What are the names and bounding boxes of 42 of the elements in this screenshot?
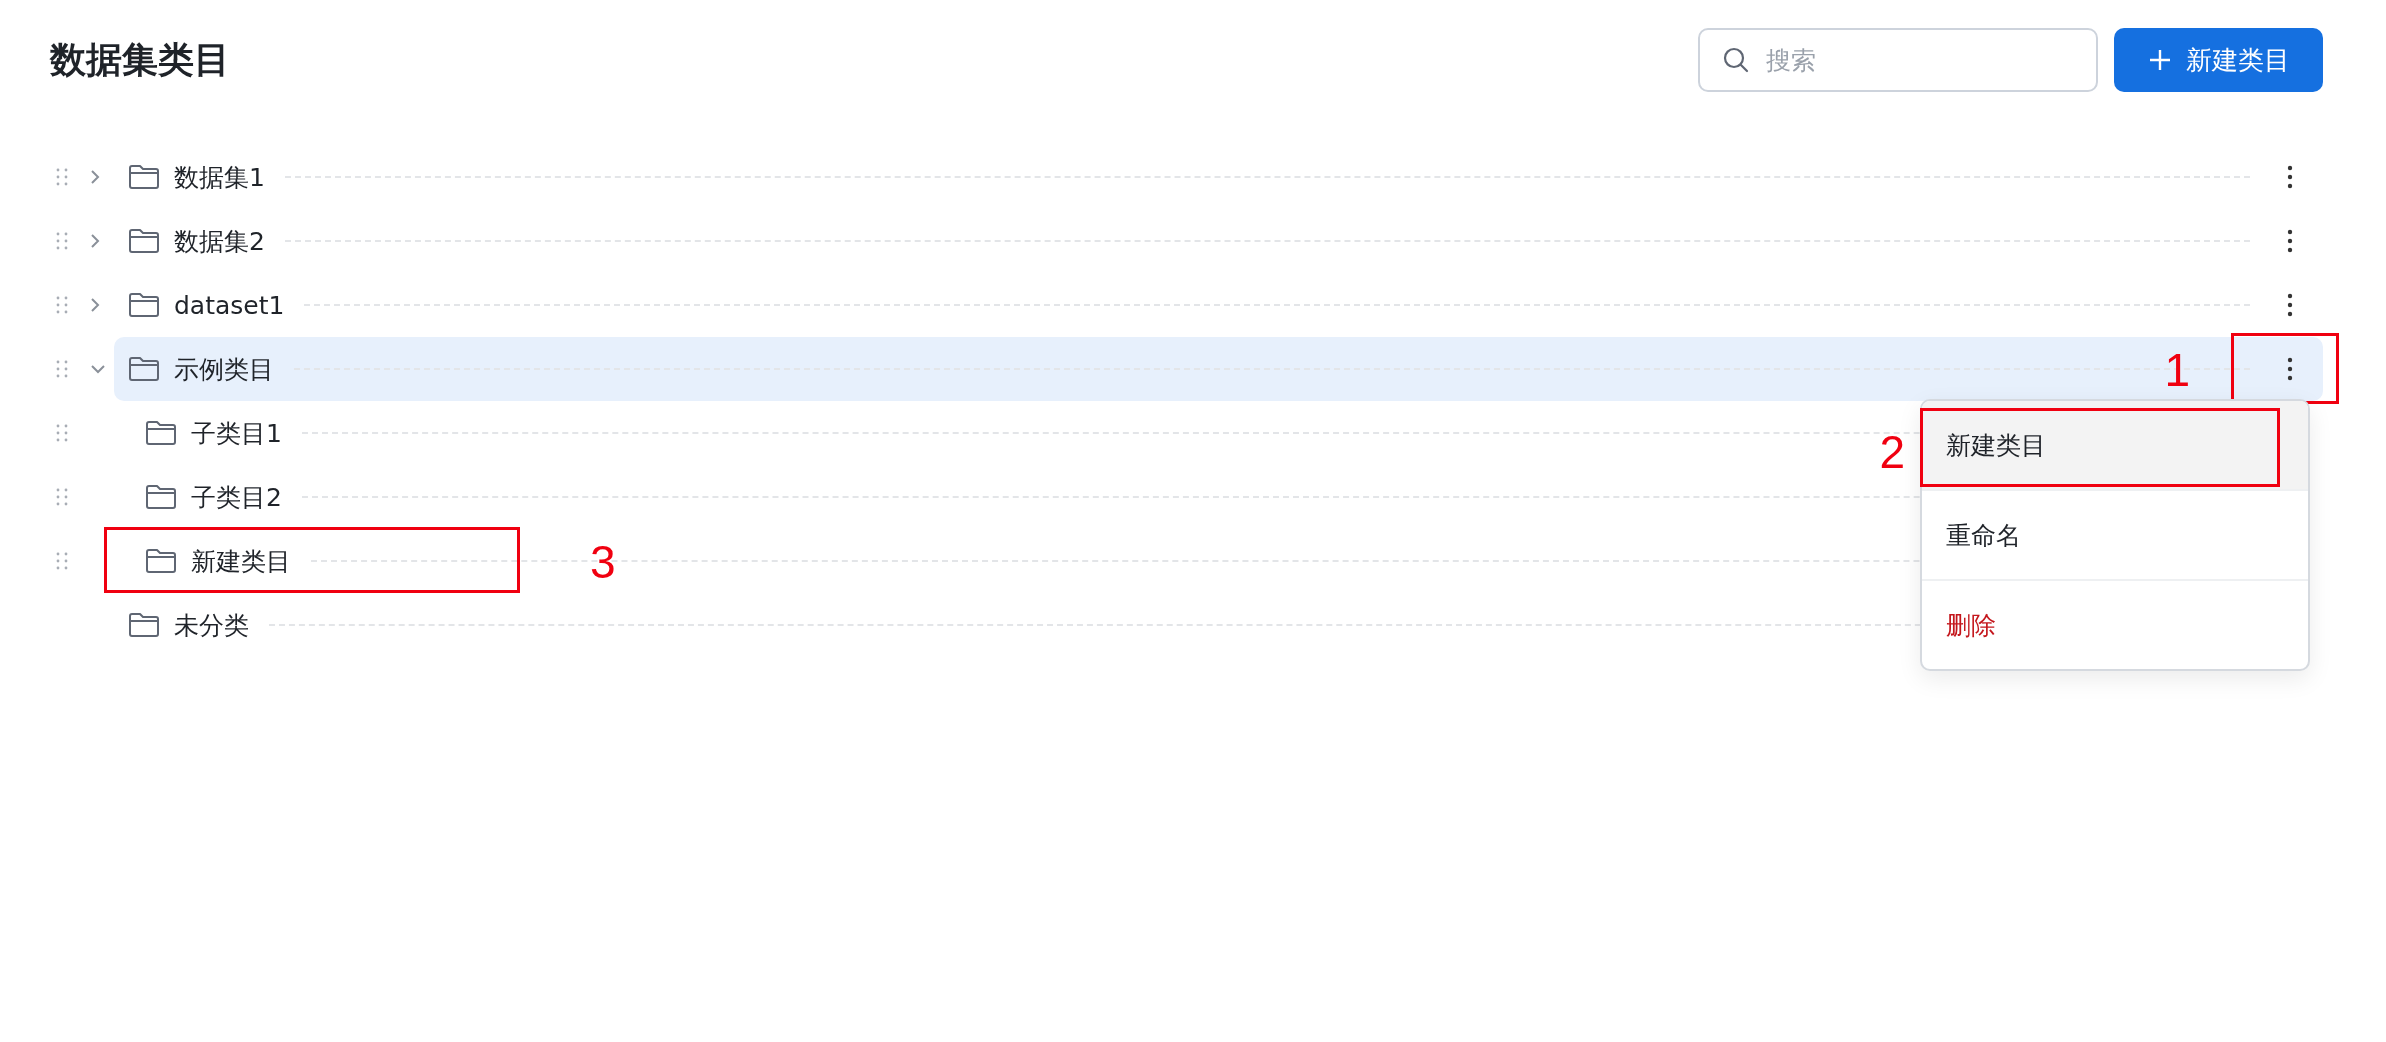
menu-item[interactable]: 删除 xyxy=(1922,581,2308,669)
folder-name[interactable]: 未分类 xyxy=(174,608,249,642)
annotation-number: 1 xyxy=(2164,347,2190,393)
chevron-right-icon[interactable] xyxy=(90,169,100,185)
folder-icon xyxy=(128,292,160,318)
search-icon xyxy=(1722,46,1750,74)
search-field[interactable]: 搜索 xyxy=(1698,28,2098,92)
folder-name[interactable]: 子类目1 xyxy=(191,416,282,450)
page-title: 数据集类目 xyxy=(50,37,230,82)
menu-item[interactable]: 重命名 xyxy=(1922,491,2308,581)
more-icon xyxy=(2287,357,2293,381)
folder-icon xyxy=(128,164,160,190)
more-icon xyxy=(2287,293,2293,317)
folder-icon xyxy=(145,420,177,446)
chevron-down-icon[interactable] xyxy=(90,364,106,374)
drag-handle-icon[interactable] xyxy=(56,232,68,250)
more-icon xyxy=(2287,229,2293,253)
folder-icon xyxy=(128,612,160,638)
annotation-number: 3 xyxy=(590,539,616,585)
more-icon xyxy=(2287,165,2293,189)
folder-icon xyxy=(145,548,177,574)
folder-name[interactable]: dataset1 xyxy=(174,290,285,320)
folder-name[interactable]: 示例类目 xyxy=(174,352,274,386)
folder-name[interactable]: 数据集2 xyxy=(174,224,265,258)
folder-name[interactable]: 新建类目 xyxy=(191,544,291,578)
folder-icon xyxy=(128,356,160,382)
chevron-right-icon[interactable] xyxy=(90,233,100,249)
folder-name[interactable]: 数据集1 xyxy=(174,160,265,194)
drag-handle-icon[interactable] xyxy=(56,552,68,570)
drag-handle-icon[interactable] xyxy=(56,424,68,442)
folder-name[interactable]: 子类目2 xyxy=(191,480,282,514)
plus-icon xyxy=(2147,48,2172,72)
drag-handle-icon[interactable] xyxy=(56,296,68,314)
new-category-button[interactable]: 新建类目 xyxy=(2114,28,2323,92)
drag-handle-icon[interactable] xyxy=(56,488,68,506)
menu-item[interactable]: 新建类目 xyxy=(1922,401,2308,491)
chevron-right-icon[interactable] xyxy=(90,297,100,313)
drag-handle-icon[interactable] xyxy=(56,168,68,186)
folder-icon xyxy=(128,228,160,254)
annotation-number: 2 xyxy=(1879,429,1905,475)
folder-icon xyxy=(145,484,177,510)
drag-handle-icon[interactable] xyxy=(56,360,68,378)
